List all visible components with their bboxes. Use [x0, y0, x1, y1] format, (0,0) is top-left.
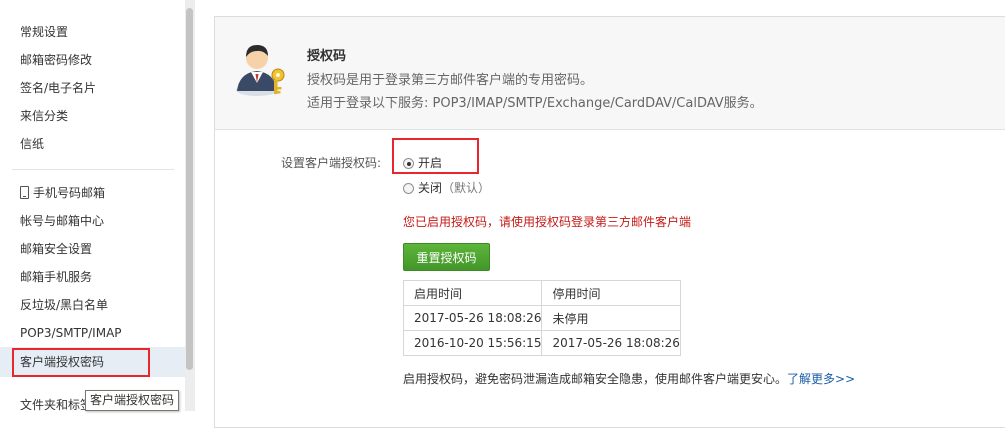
radio-checked-icon[interactable] [403, 158, 414, 169]
table-cell: 2016-10-20 15:56:15 [402, 330, 543, 356]
radio-disable[interactable]: 关闭（默认） [403, 179, 490, 197]
radio-disable-label: 关闭 [418, 181, 443, 195]
learn-more-link[interactable]: 了解更多>> [787, 372, 855, 386]
sidebar-item-password[interactable]: 邮箱密码修改 [20, 50, 92, 70]
sidebar-item-signature[interactable]: 签名/电子名片 [20, 78, 96, 98]
sidebar-item-client-auth-password[interactable]: 客户端授权密码 [20, 352, 104, 372]
sidebar-item-stationery[interactable]: 信纸 [20, 134, 44, 154]
table-cell: 2017-05-26 18:08:26 [541, 330, 681, 356]
user-key-icon [233, 39, 291, 97]
table-header-row: 启用时间 停用时间 [402, 280, 681, 306]
settings-sidebar: 常规设置 邮箱密码修改 签名/电子名片 来信分类 信纸 手机号码邮箱 帐号与邮箱… [0, 0, 185, 412]
sidebar-item-antispam[interactable]: 反垃圾/黑白名单 [20, 295, 108, 315]
auth-setting-label: 设置客户端授权码: [281, 156, 382, 170]
table-cell: 未停用 [541, 305, 681, 331]
column-header-disabled: 停用时间 [541, 280, 681, 306]
table-row: 2017-05-26 18:08:26 未停用 [402, 305, 681, 331]
table-row: 2016-10-20 15:56:15 2017-05-26 18:08:26 [402, 330, 681, 356]
sidebar-item-folders-tags[interactable]: 文件夹和标签 [20, 395, 92, 415]
auth-code-panel: 授权码 授权码是用于登录第三方邮件客户端的专用密码。 适用于登录以下服务: PO… [214, 16, 1005, 428]
sidebar-tooltip: 客户端授权密码 [85, 390, 180, 411]
header-description: 授权码是用于登录第三方邮件客户端的专用密码。 [307, 73, 594, 88]
sidebar-scrollbar-thumb[interactable] [186, 8, 193, 370]
column-header-enabled: 启用时间 [402, 280, 543, 306]
sidebar-item-mobile-service[interactable]: 邮箱手机服务 [20, 267, 92, 287]
sidebar-item-account-center[interactable]: 帐号与邮箱中心 [20, 211, 104, 231]
sidebar-item-mobile-mail[interactable]: 手机号码邮箱 [20, 183, 105, 203]
header-services: 适用于登录以下服务: POP3/IMAP/SMTP/Exchange/CardD… [307, 96, 763, 111]
sidebar-item-pop3-smtp-imap[interactable]: POP3/SMTP/IMAP [20, 323, 122, 343]
footer-note: 启用授权码，避免密码泄漏造成邮箱安全隐患，使用邮件客户端更安心。了解更多>> [403, 370, 855, 387]
page-title: 授权码 [307, 49, 347, 64]
panel-header: 授权码 授权码是用于登录第三方邮件客户端的专用密码。 适用于登录以下服务: PO… [215, 17, 1005, 130]
radio-default-note: （默认） [442, 181, 491, 195]
radio-enable[interactable]: 开启 [403, 154, 442, 172]
sidebar-item-security[interactable]: 邮箱安全设置 [20, 239, 92, 259]
phone-icon [20, 186, 29, 199]
radio-unchecked-icon[interactable] [403, 183, 414, 194]
footer-note-text: 启用授权码，避免密码泄漏造成邮箱安全隐患，使用邮件客户端更安心。 [403, 372, 788, 386]
reset-auth-code-button[interactable]: 重置授权码 [403, 243, 490, 271]
sidebar-item-general[interactable]: 常规设置 [20, 22, 68, 42]
sidebar-item-mail-filter[interactable]: 来信分类 [20, 106, 68, 126]
auth-enabled-warning: 您已启用授权码，请使用授权码登录第三方邮件客户端 [403, 215, 692, 229]
table-cell: 2017-05-26 18:08:26 [402, 305, 543, 331]
auth-history-table: 启用时间 停用时间 2017-05-26 18:08:26 未停用 2016-1… [402, 280, 681, 356]
radio-enable-label: 开启 [418, 156, 443, 170]
sidebar-item-label: 手机号码邮箱 [33, 186, 106, 200]
sidebar-divider [12, 169, 174, 170]
